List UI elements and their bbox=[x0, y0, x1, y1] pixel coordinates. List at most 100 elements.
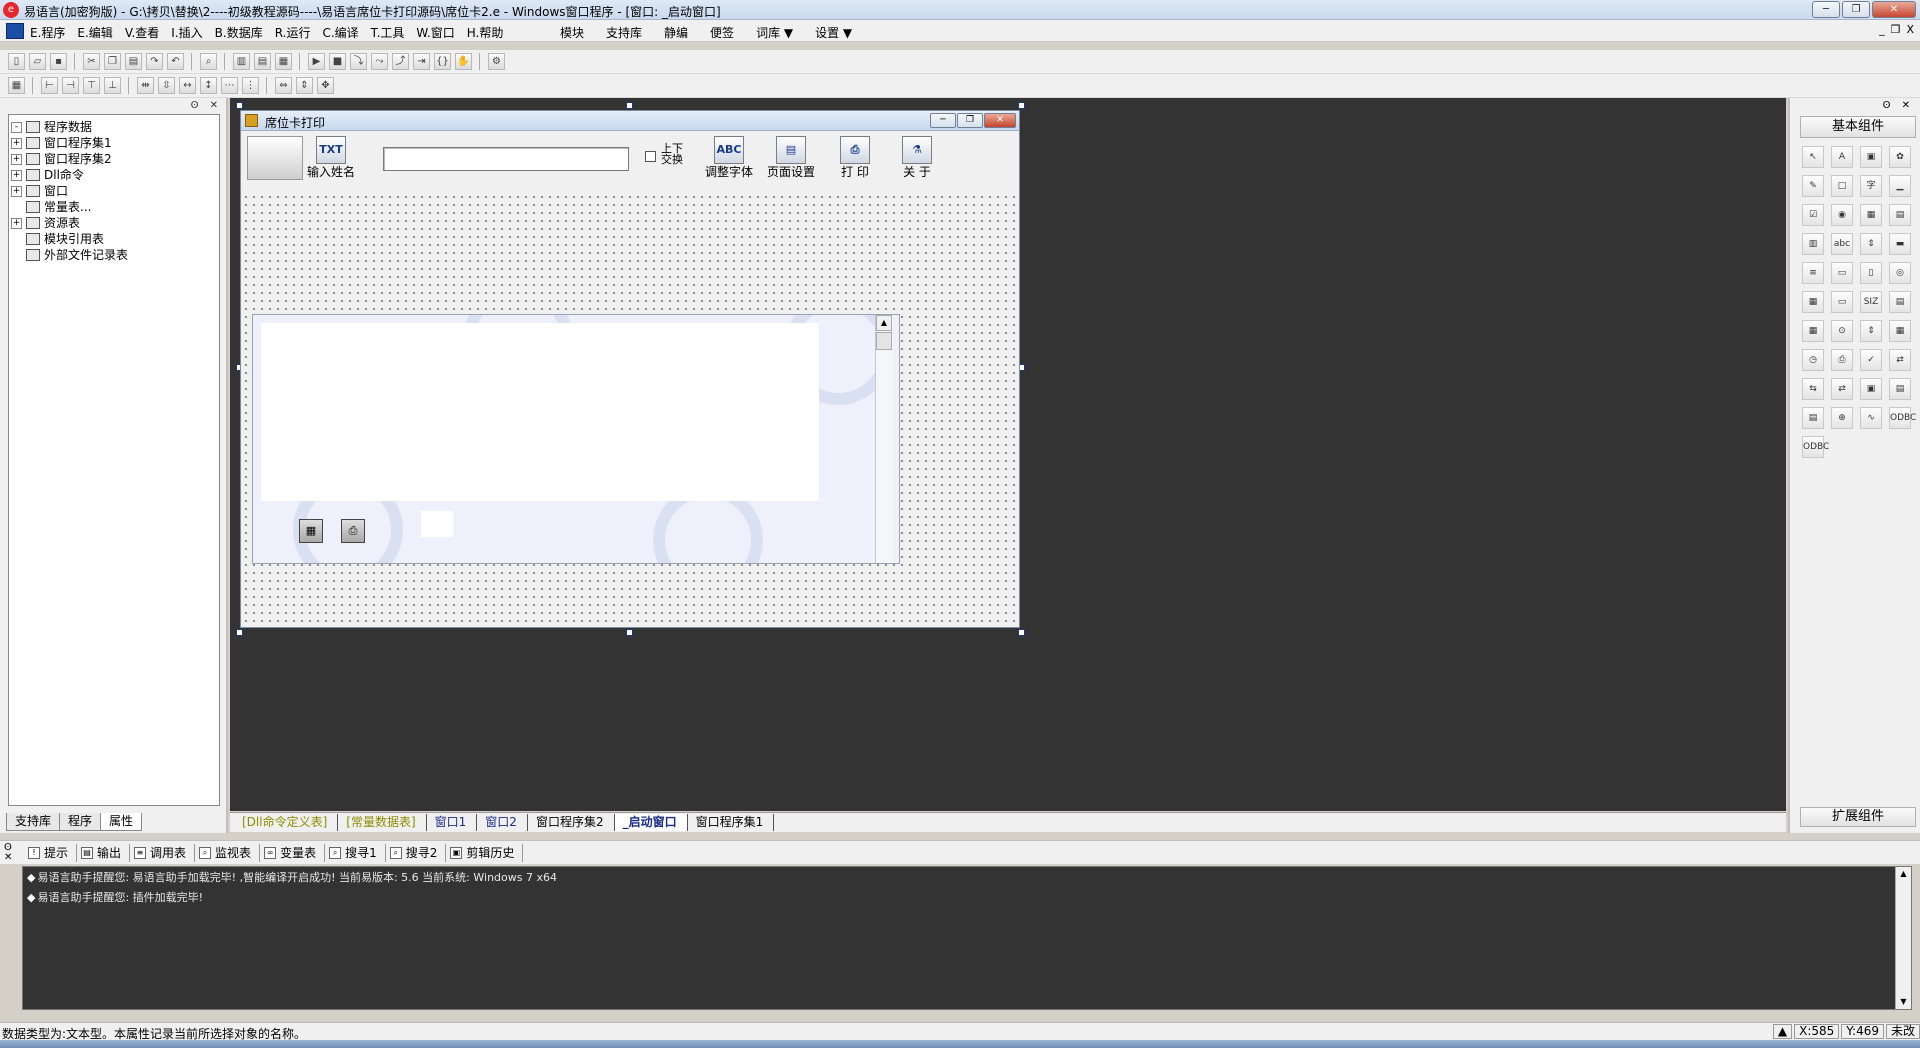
copy-icon[interactable]: ❐ bbox=[104, 53, 121, 70]
db-list-tool-icon[interactable]: ▤ bbox=[1802, 407, 1824, 429]
space-horizontal-icon[interactable]: ⋯ bbox=[221, 77, 238, 94]
timer-tool-icon[interactable]: ◷ bbox=[1802, 349, 1824, 371]
menu-compile[interactable]: C.编译 bbox=[322, 24, 358, 41]
menu-window[interactable]: W.窗口 bbox=[416, 24, 454, 41]
chart-tool-icon[interactable]: ∿ bbox=[1860, 407, 1882, 429]
redo-icon[interactable]: ↷ bbox=[146, 53, 163, 70]
tree-item-window-assembly-2[interactable]: + 窗口程序集2 bbox=[11, 151, 217, 167]
collapse-icon[interactable]: - bbox=[11, 121, 22, 133]
tab-output[interactable]: ▤ 输出 bbox=[77, 844, 131, 862]
server-tool-icon[interactable]: ⇆ bbox=[1802, 378, 1824, 400]
output-panel-close-icon[interactable]: ʘ ✕ bbox=[4, 843, 12, 863]
center-in-window-h-icon[interactable]: ⇔ bbox=[275, 77, 292, 94]
input-name-button[interactable]: TXT 输入姓名 bbox=[305, 135, 357, 181]
tab-constant-table[interactable]: [常量数据表] bbox=[338, 814, 427, 831]
same-height-icon[interactable]: ↕ bbox=[200, 77, 217, 94]
swap-checkbox[interactable] bbox=[645, 151, 656, 162]
menu-tools[interactable]: T.工具 bbox=[371, 24, 405, 41]
calendar-tool-icon[interactable]: ▦ bbox=[1802, 291, 1824, 313]
tree-item-window-assembly-1[interactable]: + 窗口程序集1 bbox=[11, 135, 217, 151]
pointer-tool-icon[interactable]: ↖ bbox=[1802, 146, 1824, 168]
shape-tool-icon[interactable]: ✿ bbox=[1889, 146, 1911, 168]
menu-program[interactable]: E.程序 bbox=[30, 24, 65, 41]
table-tool-icon[interactable]: ▥ bbox=[1802, 233, 1824, 255]
run-icon[interactable]: ▶ bbox=[308, 53, 325, 70]
resize-handle-sw[interactable] bbox=[236, 629, 243, 636]
find-icon[interactable]: ⌕ bbox=[200, 53, 217, 70]
menu-module[interactable]: 模块 bbox=[560, 24, 584, 41]
menu-dictionary[interactable]: 词库 ▼ bbox=[756, 24, 793, 41]
resize-handle-ne[interactable] bbox=[1018, 102, 1025, 109]
editbox-icon[interactable]: ✎ bbox=[1802, 175, 1824, 197]
adjust-font-button[interactable]: ABC 调整字体 bbox=[703, 135, 755, 181]
layout-1-icon[interactable]: ▥ bbox=[233, 53, 250, 70]
grid-tool-icon[interactable]: ▦ bbox=[1802, 320, 1824, 342]
menu-help[interactable]: H.帮助 bbox=[467, 24, 504, 41]
about-button[interactable]: ⚗ 关 于 bbox=[891, 135, 943, 181]
mdi-close-button[interactable]: X bbox=[1906, 23, 1914, 36]
menu-static-compile[interactable]: 静编 bbox=[664, 24, 688, 41]
same-width-icon[interactable]: ↔ bbox=[179, 77, 196, 94]
layout-2-icon[interactable]: ▤ bbox=[254, 53, 271, 70]
expand-icon[interactable]: + bbox=[11, 217, 22, 229]
align-bottom-icon[interactable]: ⊥ bbox=[104, 77, 121, 94]
center-in-window-v-icon[interactable]: ⇕ bbox=[296, 77, 313, 94]
tree-item-resources[interactable]: + 资源表 bbox=[11, 215, 217, 231]
tab-window-assembly-1[interactable]: 窗口程序集1 bbox=[688, 814, 775, 831]
tab-search-2[interactable]: ⌕ 搜寻2 bbox=[386, 844, 447, 862]
animation-tool-icon[interactable]: ◎ bbox=[1889, 262, 1911, 284]
tree-item-dll-commands[interactable]: + Dll命令 bbox=[11, 167, 217, 183]
name-input[interactable] bbox=[383, 147, 629, 171]
port-tool-icon[interactable]: ⇄ bbox=[1831, 378, 1853, 400]
panel-pin-close[interactable]: ʘ ✕ bbox=[191, 100, 222, 111]
hand-icon[interactable]: ✋ bbox=[455, 53, 472, 70]
card-preview-panel[interactable]: ▲ ▦ ⎙ bbox=[252, 314, 900, 564]
tab-call-stack[interactable]: ≡ 调用表 bbox=[130, 844, 196, 862]
step-into-icon[interactable]: ⤵ bbox=[350, 53, 367, 70]
menu-run[interactable]: R.运行 bbox=[275, 24, 311, 41]
resize-handle-nw[interactable] bbox=[236, 102, 243, 109]
expand-icon[interactable]: + bbox=[11, 169, 22, 181]
grid-icon[interactable]: ▦ bbox=[8, 77, 25, 94]
menu-database[interactable]: B.数据库 bbox=[215, 24, 263, 41]
align-left-icon[interactable]: ⊢ bbox=[41, 77, 58, 94]
compile-icon[interactable]: ⚙ bbox=[488, 53, 505, 70]
combo-tool-icon[interactable]: ▦ bbox=[1860, 204, 1882, 226]
breakpoint-icon[interactable]: {} bbox=[434, 53, 451, 70]
tab-watch[interactable]: ⌕ 监视表 bbox=[195, 844, 261, 862]
text-tool-icon[interactable]: 字 bbox=[1860, 175, 1882, 197]
mdi-restore-button[interactable]: ❐ bbox=[1891, 23, 1901, 36]
design-window-title-bar[interactable]: 席位卡打印 ─ ❐ ✕ bbox=[241, 111, 1019, 131]
expand-icon[interactable]: + bbox=[11, 185, 22, 197]
vscroll-tool-icon[interactable]: ⇕ bbox=[1860, 233, 1882, 255]
center-horizontal-icon[interactable]: ⇹ bbox=[137, 77, 154, 94]
menu-support-lib[interactable]: 支持库 bbox=[606, 24, 642, 41]
tree-item-window[interactable]: + 窗口 bbox=[11, 183, 217, 199]
restore-button[interactable]: ❐ bbox=[1842, 1, 1870, 18]
line-tool-icon[interactable]: ▁ bbox=[1889, 175, 1911, 197]
network-tool-icon[interactable]: ⊙ bbox=[1831, 320, 1853, 342]
splitter-tool-icon[interactable]: ▯ bbox=[1860, 262, 1882, 284]
stop-icon[interactable]: ■ bbox=[329, 53, 346, 70]
save-icon[interactable]: ▪ bbox=[50, 53, 67, 70]
tab-window-2[interactable]: 窗口2 bbox=[477, 814, 528, 831]
tab-window-assembly-2[interactable]: 窗口程序集2 bbox=[528, 814, 615, 831]
design-minimize-button[interactable]: ─ bbox=[930, 113, 956, 128]
tab-startup-window[interactable]: _启动窗口 bbox=[614, 814, 688, 831]
picture-box-icon[interactable]: ▣ bbox=[1860, 146, 1882, 168]
progress-tool-icon[interactable]: ▬ bbox=[1889, 233, 1911, 255]
odbc-provider-tool-icon[interactable]: ODBC bbox=[1802, 436, 1829, 458]
print-button[interactable]: ⎙ 打 印 bbox=[829, 135, 881, 181]
output-vertical-scrollbar[interactable]: ▲ ▼ bbox=[1895, 867, 1911, 1009]
page-setup-button[interactable]: ▤ 页面设置 bbox=[765, 135, 817, 181]
db-provider-tool-icon[interactable]: ⊕ bbox=[1831, 407, 1853, 429]
center-in-window-icon[interactable]: ✥ bbox=[317, 77, 334, 94]
slider-tool-icon[interactable]: ≡ bbox=[1802, 262, 1824, 284]
run-to-cursor-icon[interactable]: ⇥ bbox=[413, 53, 430, 70]
scroll-up-icon[interactable]: ▲ bbox=[1896, 867, 1911, 881]
document-tool-icon[interactable]: ▤ bbox=[1889, 291, 1911, 313]
card-print-button[interactable]: ⎙ bbox=[341, 519, 365, 543]
expand-icon[interactable]: + bbox=[11, 153, 22, 165]
mdi-minimize-button[interactable]: _ bbox=[1879, 23, 1885, 36]
new-file-icon[interactable]: ▯ bbox=[8, 53, 25, 70]
